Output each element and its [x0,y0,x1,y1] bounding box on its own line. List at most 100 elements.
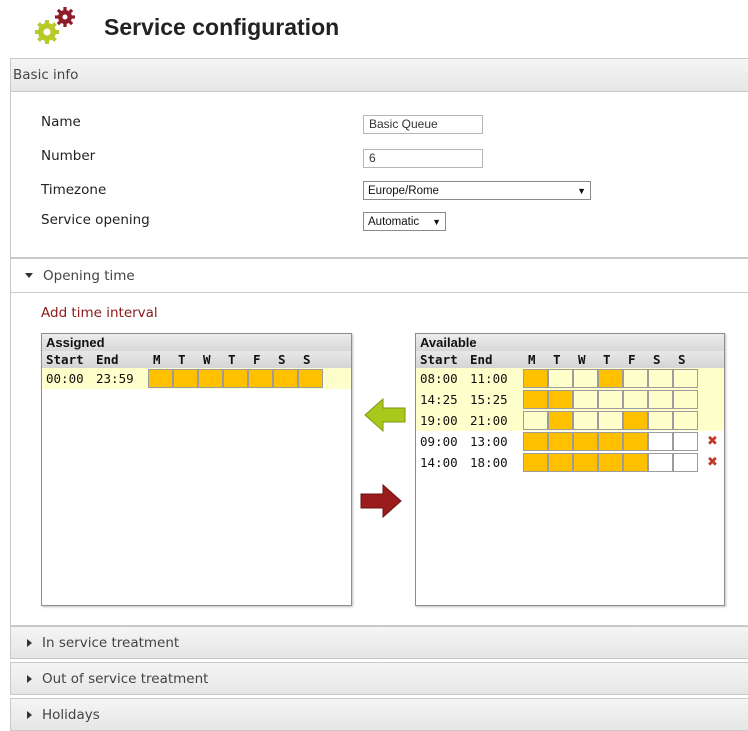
column-day: S [678,352,686,367]
day-cell[interactable] [548,390,573,409]
day-cell[interactable] [673,390,698,409]
column-day: W [578,352,586,367]
day-cell[interactable] [623,411,648,430]
day-cell[interactable] [673,432,698,451]
timezone-select[interactable]: Europe/Rome ▼ [363,181,591,200]
assigned-column-header: Start End M T W T F S S [42,351,351,368]
service-opening-select-value: Automatic [368,215,420,228]
day-cell[interactable] [223,369,248,388]
day-cell[interactable] [248,369,273,388]
service-opening-label: Service opening [41,212,150,228]
caret-right-icon [27,710,32,719]
time-slot-row[interactable]: 08:00 11:00 [416,368,724,389]
day-cell[interactable] [673,369,698,388]
day-cell[interactable] [548,453,573,472]
day-cell[interactable] [598,411,623,430]
time-slot-row[interactable]: 14:25 15:25 [416,389,724,410]
day-cell[interactable] [573,390,598,409]
day-cell[interactable] [523,390,548,409]
day-cell[interactable] [648,369,673,388]
day-cell[interactable] [523,411,548,430]
column-day: T [178,352,186,367]
day-cell[interactable] [623,390,648,409]
slot-end: 23:59 [96,371,134,386]
day-cell[interactable] [598,390,623,409]
name-label: Name [41,114,81,130]
add-time-interval-link[interactable]: Add time interval [41,305,158,321]
column-day: S [303,352,311,367]
day-cell[interactable] [573,453,598,472]
day-cell[interactable] [573,369,598,388]
day-cell[interactable] [523,432,548,451]
column-day: T [603,352,611,367]
section-in-service-treatment[interactable]: In service treatment [10,626,748,659]
day-cell[interactable] [523,453,548,472]
assigned-title: Assigned [42,334,351,351]
day-cell[interactable] [673,411,698,430]
day-cell[interactable] [573,411,598,430]
caret-down-icon [25,273,33,278]
caret-right-icon [27,674,32,683]
day-cell[interactable] [648,453,673,472]
day-cell[interactable] [298,369,323,388]
section-holidays[interactable]: Holidays [10,698,748,731]
column-end: End [96,352,119,367]
delete-icon[interactable]: ✖ [706,435,719,448]
section-label: Out of service treatment [42,670,209,687]
slot-start: 19:00 [420,413,458,428]
assigned-box: Assigned Start End M T W T F S S 00:00 23… [41,333,352,606]
move-to-assigned-arrow-icon[interactable] [363,397,407,433]
name-input[interactable]: Basic Queue [363,115,483,134]
number-label: Number [41,148,96,164]
day-cell[interactable] [648,411,673,430]
caret-right-icon [27,638,32,647]
day-cell[interactable] [623,432,648,451]
slot-end: 18:00 [470,455,508,470]
slot-end: 13:00 [470,434,508,449]
time-slot-row[interactable]: 09:00 13:00 ✖ [416,431,724,452]
delete-icon[interactable]: ✖ [706,456,719,469]
day-cell[interactable] [273,369,298,388]
time-slot-row[interactable]: 19:00 21:00 [416,410,724,431]
day-cell[interactable] [623,369,648,388]
day-cell[interactable] [623,453,648,472]
slot-end: 11:00 [470,371,508,386]
day-cell[interactable] [148,369,173,388]
day-cell[interactable] [598,432,623,451]
slot-start: 08:00 [420,371,458,386]
section-label: In service treatment [42,634,180,651]
slot-start: 14:25 [420,392,458,407]
day-cell[interactable] [598,453,623,472]
timezone-label: Timezone [41,182,107,198]
day-cell[interactable] [648,390,673,409]
column-day: F [628,352,636,367]
move-to-available-arrow-icon[interactable] [359,483,403,519]
time-slot-row[interactable]: 00:00 23:59 [42,368,351,389]
basic-info-panel: Name Basic Queue Number 6 Timezone Europ… [10,92,748,258]
day-cell[interactable] [198,369,223,388]
day-cell[interactable] [548,411,573,430]
slot-start: 00:00 [46,371,84,386]
day-cell[interactable] [173,369,198,388]
basic-info-header[interactable]: Basic info [10,58,748,92]
page-title: Service configuration [104,14,340,40]
service-opening-select[interactable]: Automatic ▼ [363,212,446,231]
opening-time-panel: Add time interval Assigned Start End M T… [10,293,748,626]
section-out-of-service-treatment[interactable]: Out of service treatment [10,662,748,695]
time-slot-row[interactable]: 14:00 18:00 ✖ [416,452,724,473]
available-title: Available [416,334,724,351]
day-cell[interactable] [548,369,573,388]
day-cell[interactable] [673,453,698,472]
day-cell[interactable] [573,432,598,451]
available-column-header: Start End M T W T F S S [416,351,724,368]
day-cell[interactable] [598,369,623,388]
column-day: S [653,352,661,367]
column-start: Start [46,352,84,367]
opening-time-header[interactable]: Opening time [10,258,748,293]
day-cell[interactable] [523,369,548,388]
day-cell[interactable] [548,432,573,451]
day-cell[interactable] [648,432,673,451]
timezone-select-value: Europe/Rome [368,184,439,197]
gears-icon [35,7,75,44]
number-input[interactable]: 6 [363,149,483,168]
